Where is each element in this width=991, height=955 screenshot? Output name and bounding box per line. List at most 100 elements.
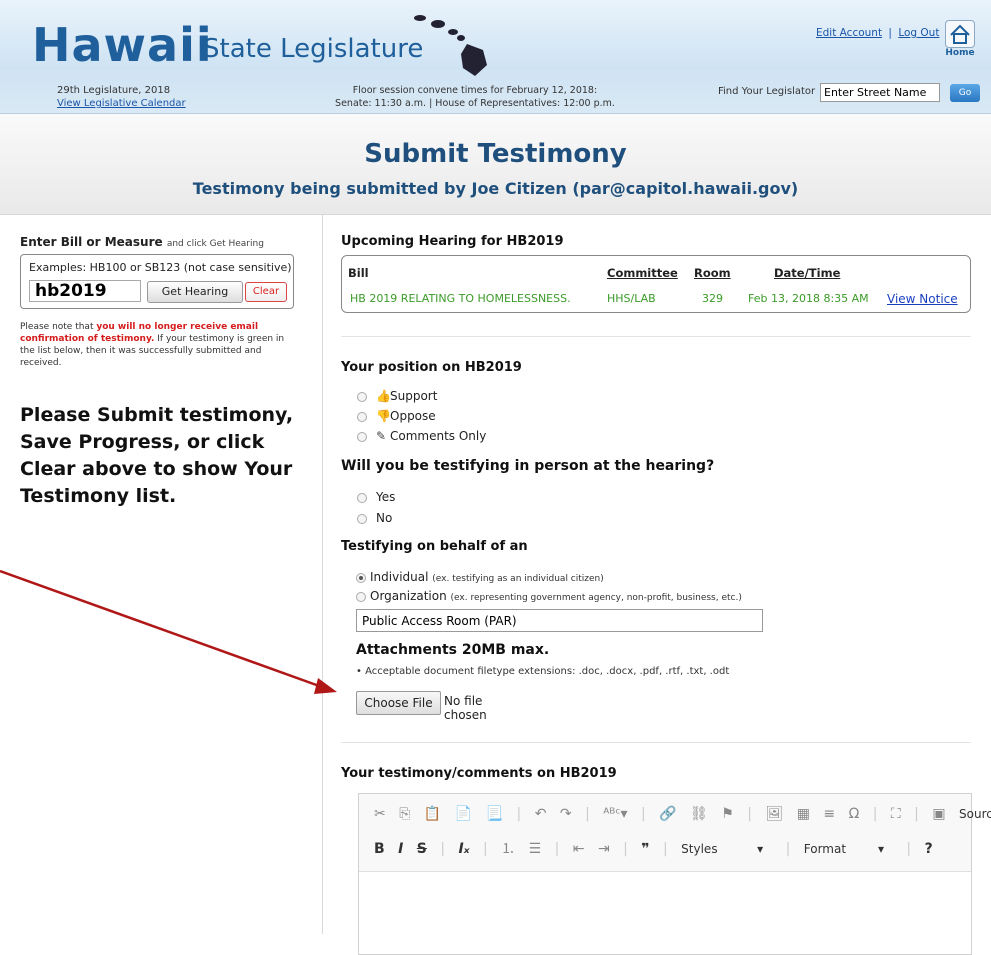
comments-radio[interactable] (357, 431, 367, 442)
position-heading: Your position on HB2019 (341, 360, 522, 375)
file-types-note: • Acceptable document filetype extension… (356, 666, 730, 677)
paste-word-icon[interactable]: 📃 (486, 806, 503, 822)
col-header-datetime[interactable]: Date/Time (774, 266, 840, 280)
testimony-editor[interactable]: ✂ ⎘ 📋 📄 📃 | ↶ ↷ | ᴬᴮᶜ▾ | 🔗 ⛓ ⚑ | 🖼 ▦ ≡ Ω… (358, 793, 991, 955)
redo-icon[interactable]: ↷ (560, 806, 572, 822)
no-file-chosen-text: No file chosen (444, 694, 487, 722)
clear-button[interactable]: Clear (245, 282, 287, 302)
format-label: Format (803, 842, 847, 856)
numbered-list-icon[interactable]: ⒈ (501, 838, 515, 858)
testimony-heading: Your testimony/comments on HB2019 (341, 766, 617, 781)
legislative-calendar-link[interactable]: View Legislative Calendar (57, 98, 186, 109)
bold-icon[interactable]: B (374, 841, 385, 857)
image-icon[interactable]: 🖼 (765, 806, 783, 822)
source-button[interactable]: ▣ Source (932, 806, 991, 822)
spellcheck-icon[interactable]: ᴬᴮᶜ▾ (603, 806, 627, 822)
position-oppose-option[interactable]: 👎Oppose (357, 409, 436, 423)
home-label: Home (945, 48, 975, 58)
note-part-a: Please note that (20, 322, 97, 332)
individual-radio[interactable] (356, 572, 366, 583)
horizontal-line-icon[interactable]: ≡ (823, 806, 835, 822)
blockquote-icon[interactable]: ❞ (641, 841, 649, 857)
behalf-individual-option[interactable]: Individual (ex. testifying as an individ… (356, 570, 604, 584)
toolbar-separator: | (482, 841, 488, 857)
thumbs-up-icon: 👍 (376, 389, 391, 403)
toolbar-separator: | (440, 841, 446, 857)
cut-icon[interactable]: ✂ (374, 806, 386, 822)
styles-label: Styles (681, 842, 718, 856)
get-hearing-button[interactable]: Get Hearing (147, 281, 243, 303)
hearing-room: 329 (702, 292, 723, 305)
floor-session-line2: Senate: 11:30 a.m. | House of Representa… (335, 98, 615, 109)
link-separator: | (888, 27, 892, 39)
edit-account-link[interactable]: Edit Account (816, 27, 882, 39)
special-char-icon[interactable]: Ω (849, 806, 860, 822)
log-out-link[interactable]: Log Out (898, 27, 939, 39)
italic-icon[interactable]: I (398, 841, 403, 857)
chevron-down-icon: ▾ (877, 842, 884, 856)
toolbar-separator: | (585, 806, 590, 822)
styles-dropdown[interactable]: Styles ▾ (681, 842, 772, 856)
copy-icon[interactable]: ⎘ (399, 806, 410, 822)
col-header-bill: Bill (348, 266, 369, 280)
view-notice-link[interactable]: View Notice (887, 292, 958, 306)
hearing-datetime: Feb 13, 2018 8:35 AM (748, 292, 869, 305)
unlink-icon[interactable]: ⛓ (690, 806, 708, 822)
col-header-committee[interactable]: Committee (607, 266, 678, 280)
position-support-option[interactable]: 👍Support (357, 389, 437, 403)
organization-radio[interactable] (356, 591, 366, 602)
paste-icon[interactable]: 📋 (424, 806, 441, 822)
toolbar-separator: | (663, 841, 668, 857)
find-legislator-label: Find Your Legislator (718, 86, 816, 97)
in-person-yes-option[interactable]: Yes (357, 490, 395, 504)
link-icon[interactable]: 🔗 (659, 806, 676, 822)
upcoming-hearing-heading: Upcoming Hearing for HB2019 (341, 234, 564, 249)
toolbar-separator: | (554, 841, 560, 857)
indent-icon[interactable]: ⇥ (598, 841, 610, 857)
bulleted-list-icon[interactable]: ☰ (529, 841, 542, 857)
in-person-heading: Will you be testifying in person at the … (341, 458, 715, 474)
logo-state-legislature-text[interactable]: State Legislature (203, 34, 423, 64)
organization-example: (ex. representing government agency, non… (450, 593, 742, 603)
logo-hawaii-text[interactable]: Hawaii (32, 18, 213, 72)
outdent-icon[interactable]: ⇤ (573, 841, 585, 857)
toolbar-separator: | (872, 806, 878, 822)
page-subtitle: Testimony being submitted by Joe Citizen… (192, 179, 799, 198)
floor-session-line1: Floor session convene times for February… (352, 85, 598, 96)
edit-icon: ✎ (376, 429, 387, 443)
bill-search-box: Examples: HB100 or SB123 (not case sensi… (20, 254, 294, 309)
paste-text-icon[interactable]: 📄 (455, 806, 472, 822)
oppose-radio[interactable] (357, 411, 367, 422)
format-dropdown[interactable]: Format ▾ (804, 842, 893, 856)
thumbs-down-icon: 👎 (376, 409, 391, 423)
support-radio[interactable] (357, 391, 367, 402)
left-sidebar: Enter Bill or Measure and click Get Hear… (0, 215, 323, 934)
yes-radio[interactable] (357, 492, 367, 503)
maximize-icon[interactable]: ⛶ (891, 806, 901, 822)
site-header: Hawaii State Legislature 29th Legislatur… (0, 0, 991, 114)
table-icon[interactable]: ▦ (797, 806, 810, 822)
col-header-room[interactable]: Room (694, 266, 731, 280)
toolbar-separator: | (516, 806, 522, 822)
remove-format-icon[interactable]: Iₓ (459, 841, 470, 857)
no-radio[interactable] (357, 513, 367, 524)
toolbar-separator: | (906, 841, 912, 857)
organization-name-input[interactable] (356, 609, 763, 632)
bill-number-input[interactable] (29, 280, 141, 302)
in-person-no-option[interactable]: No (357, 511, 392, 525)
choose-file-button[interactable]: Choose File (356, 691, 441, 715)
help-icon[interactable]: ? (925, 841, 933, 857)
behalf-heading: Testifying on behalf of an (341, 539, 528, 554)
undo-icon[interactable]: ↶ (535, 806, 547, 822)
submit-instructions: Please Submit testimony, Save Progress, … (20, 404, 294, 507)
go-button[interactable]: Go (950, 84, 980, 102)
strikethrough-icon[interactable]: S (417, 841, 427, 857)
title-band: Submit Testimony Testimony being submitt… (0, 114, 991, 215)
street-name-input[interactable] (820, 83, 940, 102)
enter-bill-label: Enter Bill or Measure (20, 235, 163, 249)
individual-label: Individual (370, 570, 429, 584)
home-button[interactable]: Home (942, 20, 978, 58)
behalf-organization-option[interactable]: Organization (ex. representing governmen… (356, 589, 742, 603)
position-comments-option[interactable]: ✎ Comments Only (357, 429, 486, 443)
anchor-flag-icon[interactable]: ⚑ (721, 806, 734, 822)
